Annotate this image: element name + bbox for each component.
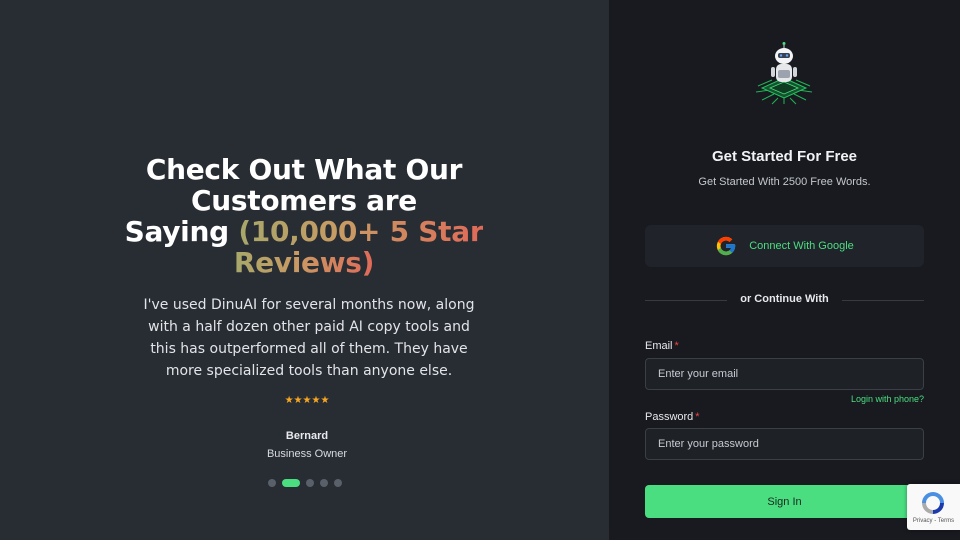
connect-google-button[interactable]: Connect With Google bbox=[645, 225, 924, 267]
testimonial-headline: Check Out What Our Customers are Saying … bbox=[124, 153, 484, 279]
recaptcha-badge[interactable]: Privacy - Terms bbox=[907, 484, 960, 530]
divider-text: or Continue With bbox=[740, 293, 829, 305]
robot-logo-icon bbox=[755, 42, 813, 105]
connect-google-label: Connect With Google bbox=[749, 240, 854, 252]
required-mark: * bbox=[674, 340, 679, 352]
email-field[interactable] bbox=[645, 358, 924, 390]
recaptcha-text[interactable]: Privacy - Terms bbox=[907, 518, 960, 524]
carousel-dot[interactable] bbox=[268, 478, 276, 487]
carousel-dot-active[interactable] bbox=[282, 478, 300, 487]
google-icon bbox=[717, 236, 736, 256]
signup-subtitle: Get Started With 2500 Free Words. bbox=[698, 176, 871, 188]
sign-in-button[interactable]: Sign In bbox=[645, 485, 924, 518]
required-mark: * bbox=[695, 411, 700, 423]
recaptcha-icon bbox=[922, 492, 944, 514]
carousel-dot[interactable] bbox=[334, 478, 342, 487]
carousel-dot[interactable] bbox=[320, 478, 328, 487]
testimonial-author: Bernard bbox=[285, 430, 329, 442]
carousel-dot[interactable] bbox=[306, 478, 314, 487]
signup-title: Get Started For Free bbox=[711, 148, 858, 165]
login-with-phone-link[interactable]: Login with phone? bbox=[800, 394, 924, 404]
email-label: Email * bbox=[645, 340, 679, 352]
testimonial-author-role: Business Owner bbox=[266, 448, 348, 460]
or-divider: or Continue With bbox=[645, 293, 924, 307]
rating-stars: ★★★★★ bbox=[284, 395, 330, 406]
password-field[interactable] bbox=[645, 428, 924, 460]
carousel-dots bbox=[268, 478, 342, 487]
divider-line bbox=[842, 300, 924, 301]
testimonial-quote: I've used DinuAI for several months now,… bbox=[143, 297, 475, 379]
password-label: Password * bbox=[645, 411, 700, 423]
